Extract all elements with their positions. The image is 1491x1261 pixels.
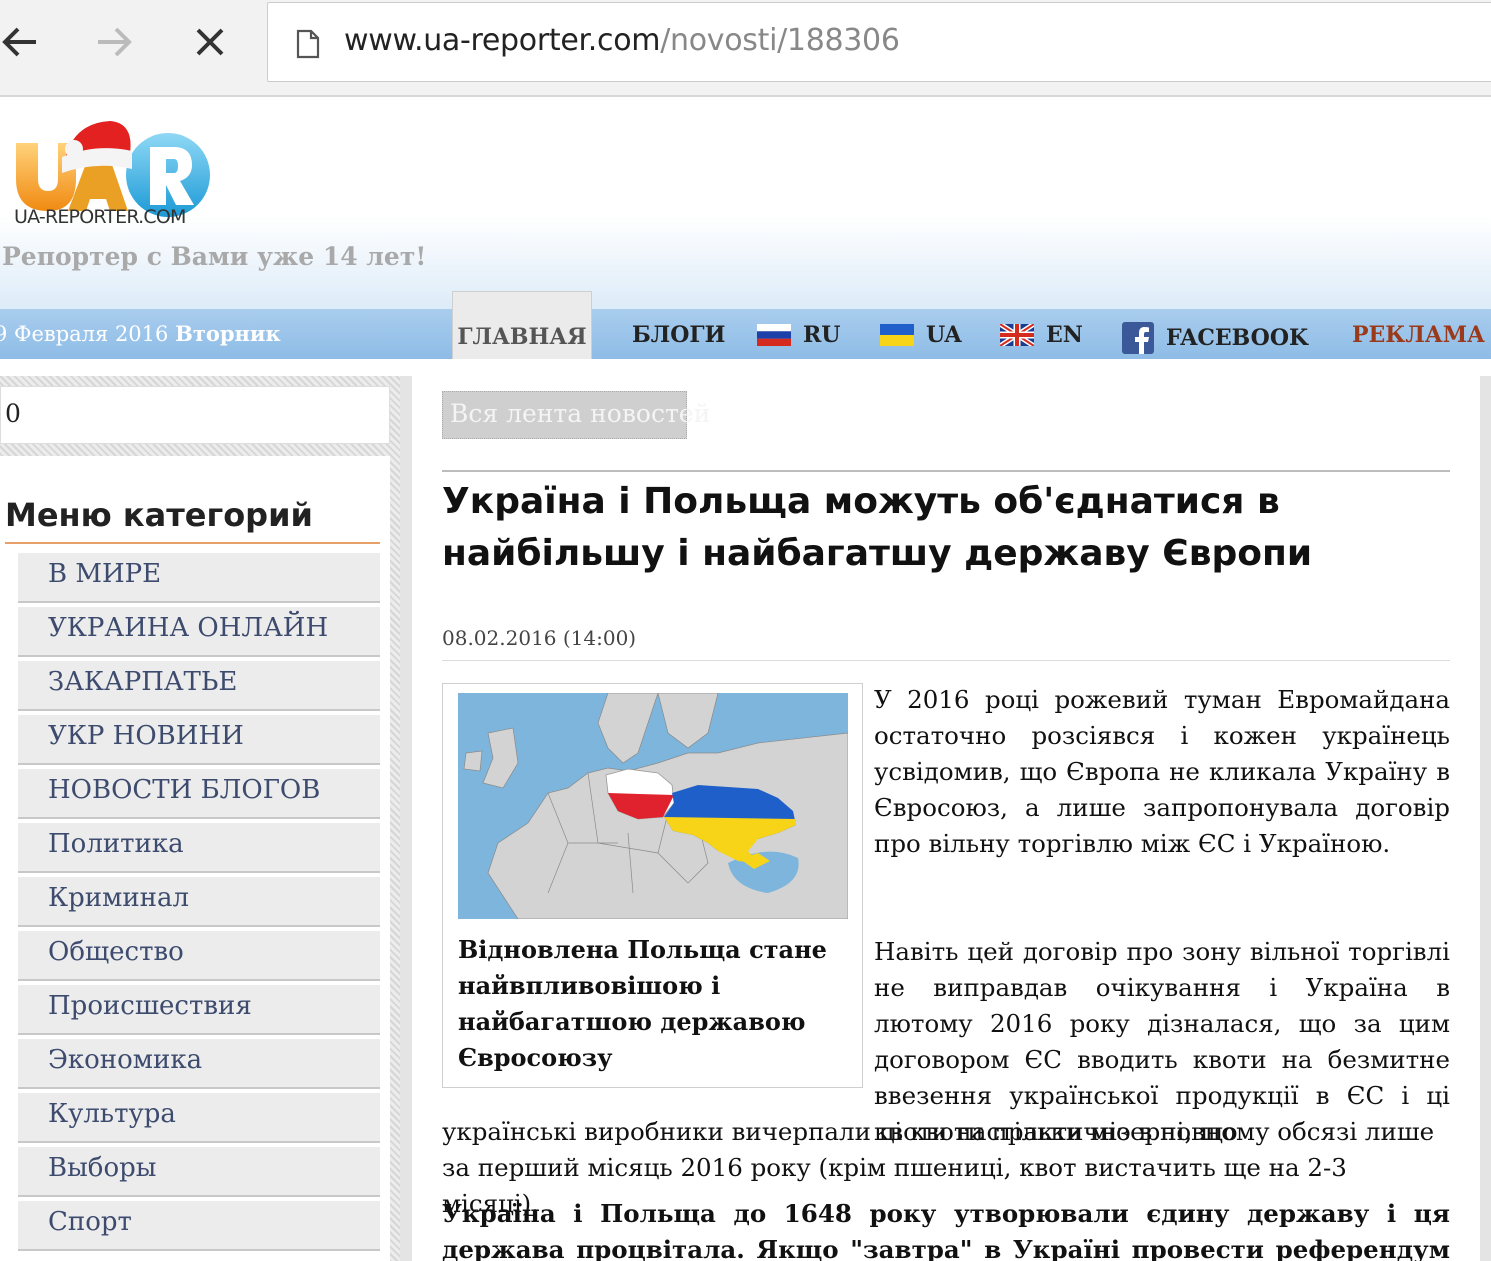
title-divider [442,470,1450,472]
address-bar[interactable]: www.ua-reporter.com/novosti/188306 [267,2,1491,82]
forward-arrow-icon [98,27,132,57]
nav-blogs-label: БЛОГИ [632,322,726,348]
back-arrow-icon [2,27,36,57]
nav-facebook-label: FACEBOOK [1166,325,1309,351]
category-item[interactable]: УКР НОВИНИ [18,715,380,765]
category-item[interactable]: Политика [18,823,380,873]
back-button[interactable] [0,18,44,66]
category-item[interactable]: НОВОСТИ БЛОГОВ [18,769,380,819]
nav-ru-label: RU [803,322,841,348]
category-menu-title: Меню категорий [5,496,313,534]
category-item[interactable]: Криминал [18,877,380,927]
sidebar: 0 Меню категорий В МИРЕ УКРАИНА ОНЛАЙН З… [0,376,400,1261]
browser-toolbar: www.ua-reporter.com/novosti/188306 [0,0,1491,97]
close-icon [196,28,224,56]
category-item[interactable]: ЗАКАРПАТЬЕ [18,661,380,711]
all-news-button[interactable]: Вся лента новостей [442,391,710,439]
category-item[interactable]: Происшествия [18,985,380,1035]
article-figure: Відновлена Польща стане найвпливовішою і… [442,683,863,1088]
article-paragraph-bold: Україна і Польща до 1648 року утворювали… [442,1199,1450,1261]
category-item[interactable]: Экономика [18,1039,380,1089]
uk-flag-icon [1000,324,1034,346]
url-text: www.ua-reporter.com/novosti/188306 [344,23,900,58]
nav-lang-en[interactable]: EN [1000,322,1083,348]
nav-lang-ru[interactable]: RU [757,322,840,348]
stop-button[interactable] [186,18,234,66]
site-header: UA-REPORTER.COM Репортер с Вами уже 14 л… [0,99,1491,311]
sidebar-search-box[interactable]: 0 [0,386,390,444]
ukraine-flag-icon [880,324,914,346]
paragraph-line: українські виробники вичерпали ці квоти … [442,1117,1435,1146]
article-title: Україна і Польща можуть об'єднатися в на… [442,481,1313,574]
category-item[interactable]: УКРАИНА ОНЛАЙН [18,607,380,657]
nav-blogs[interactable]: БЛОГИ [632,322,725,348]
category-item[interactable]: Спорт [18,1201,380,1251]
nav-facebook[interactable]: FACEBOOK [1122,322,1308,354]
article-paragraph: У 2016 році рожевий туман Евромайдана ос… [874,685,1450,858]
nav-ads[interactable]: РЕКЛАМА [1352,322,1485,348]
nav-lang-ua[interactable]: UA [880,322,962,348]
category-item[interactable]: Культура [18,1093,380,1143]
forward-button[interactable] [90,18,138,66]
current-date: 9 Февраля 2016 Вторник [0,321,281,346]
site-slogan: Репортер с Вами уже 14 лет! [2,242,427,271]
nav-home-tab[interactable]: ГЛАВНАЯ [452,291,592,359]
article-date: 08.02.2016 (14:00) [442,626,637,650]
category-menu: Меню категорий В МИРЕ УКРАИНА ОНЛАЙН ЗАК… [0,456,390,1261]
logo-caption: UA-REPORTER.COM [14,206,186,228]
russia-flag-icon [757,324,791,346]
image-caption: Відновлена Польща стане найвпливовішою і… [458,935,827,1072]
page-icon [296,29,320,59]
category-item[interactable]: Выборы [18,1147,380,1197]
category-item[interactable]: В МИРЕ [18,553,380,603]
main-navbar: 9 Февраля 2016 Вторник ГЛАВНАЯ БЛОГИ RU … [0,291,1491,359]
nav-ua-label: UA [926,322,962,348]
category-item[interactable]: Общество [18,931,380,981]
menu-divider [5,542,380,544]
facebook-icon [1122,322,1154,354]
date-divider [442,660,1450,661]
europe-map-image [458,693,848,919]
nav-en-label: EN [1046,322,1083,348]
nav-ads-label: РЕКЛАМА [1352,322,1485,348]
